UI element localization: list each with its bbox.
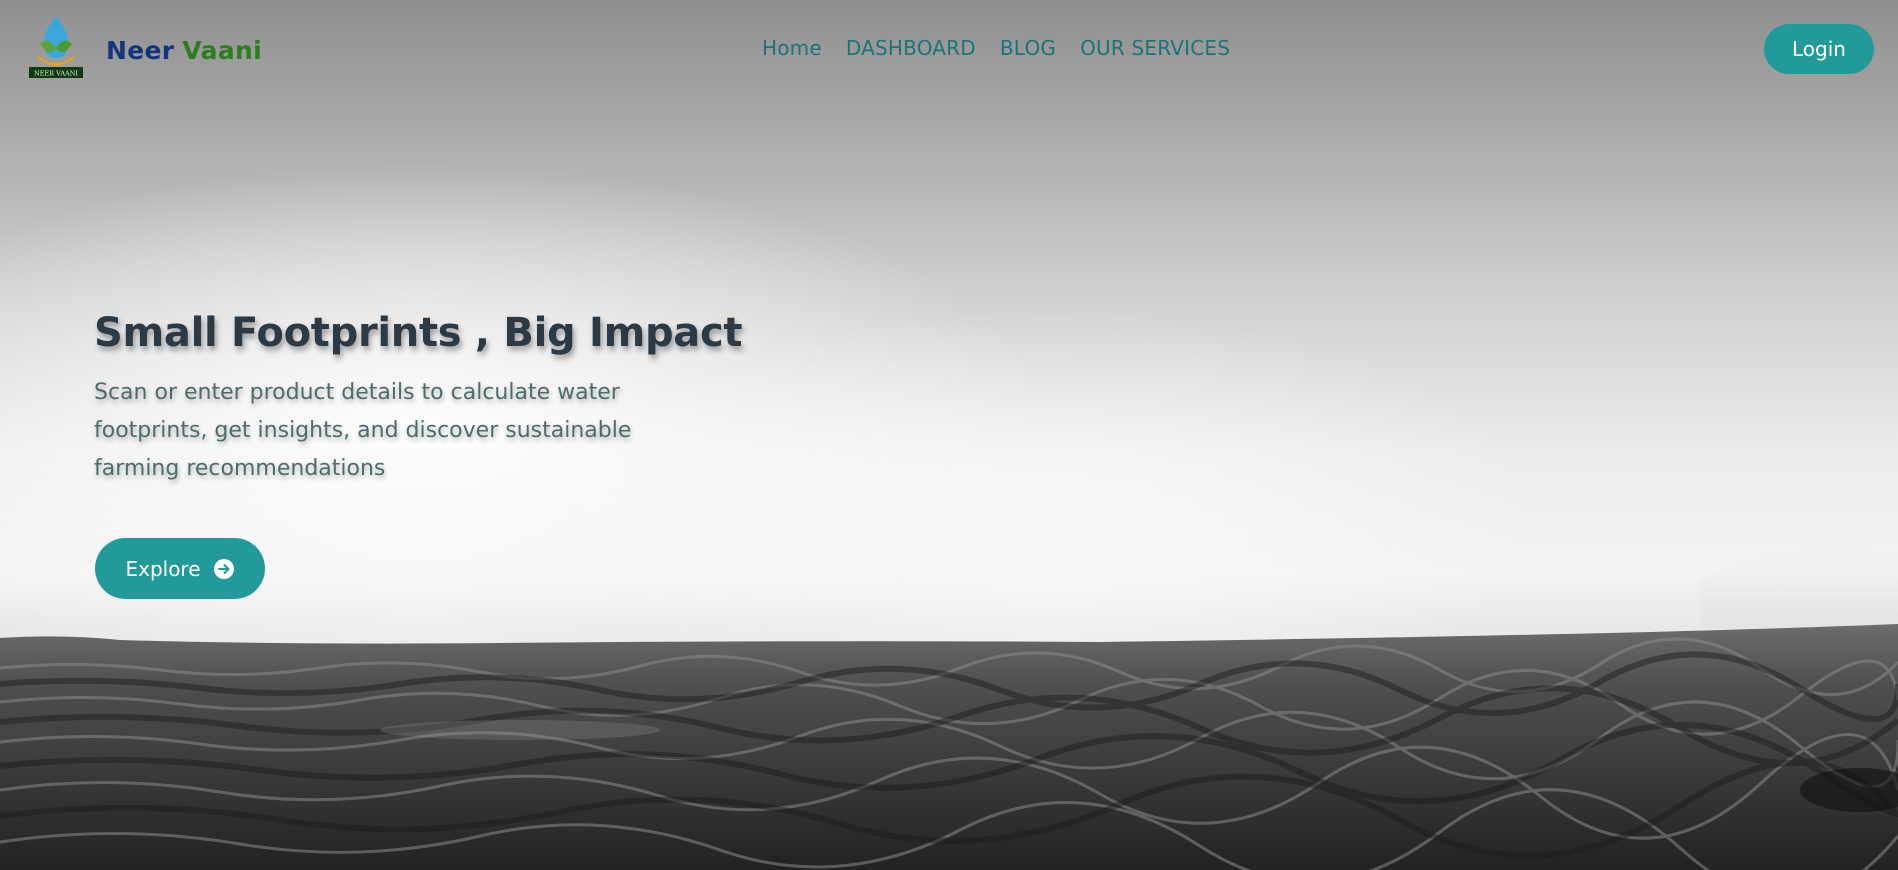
logo-caption: NEER VAANI bbox=[34, 70, 78, 78]
brand-name-part1: Neer bbox=[106, 36, 175, 65]
brand-name-part2: Vaani bbox=[182, 36, 262, 65]
top-navbar: NEER VAANI Neer Vaani Home DASHBOARD BLOG… bbox=[0, 0, 1898, 100]
brand-name[interactable]: Neer Vaani bbox=[106, 36, 262, 65]
nav-link-home[interactable]: Home bbox=[762, 36, 822, 60]
nav-link-dashboard[interactable]: DASHBOARD bbox=[846, 36, 976, 60]
arrow-right-circle-icon bbox=[213, 558, 235, 580]
hero-section: NEER VAANI Neer Vaani Home DASHBOARD BLOG… bbox=[0, 0, 1898, 870]
water-drop-leaf-logo[interactable]: NEER VAANI bbox=[28, 14, 84, 80]
explore-button[interactable]: Explore bbox=[95, 538, 265, 599]
nav-link-our-services[interactable]: OUR SERVICES bbox=[1080, 36, 1230, 60]
hero-subtext: Scan or enter product details to calcula… bbox=[94, 380, 632, 481]
hero-headline: Small Footprints , Big Impact bbox=[94, 310, 743, 356]
login-button[interactable]: Login bbox=[1764, 24, 1874, 74]
main-menu: Home DASHBOARD BLOG OUR SERVICES bbox=[762, 36, 1230, 60]
nav-link-blog[interactable]: BLOG bbox=[1000, 36, 1056, 60]
explore-button-label: Explore bbox=[125, 556, 201, 581]
